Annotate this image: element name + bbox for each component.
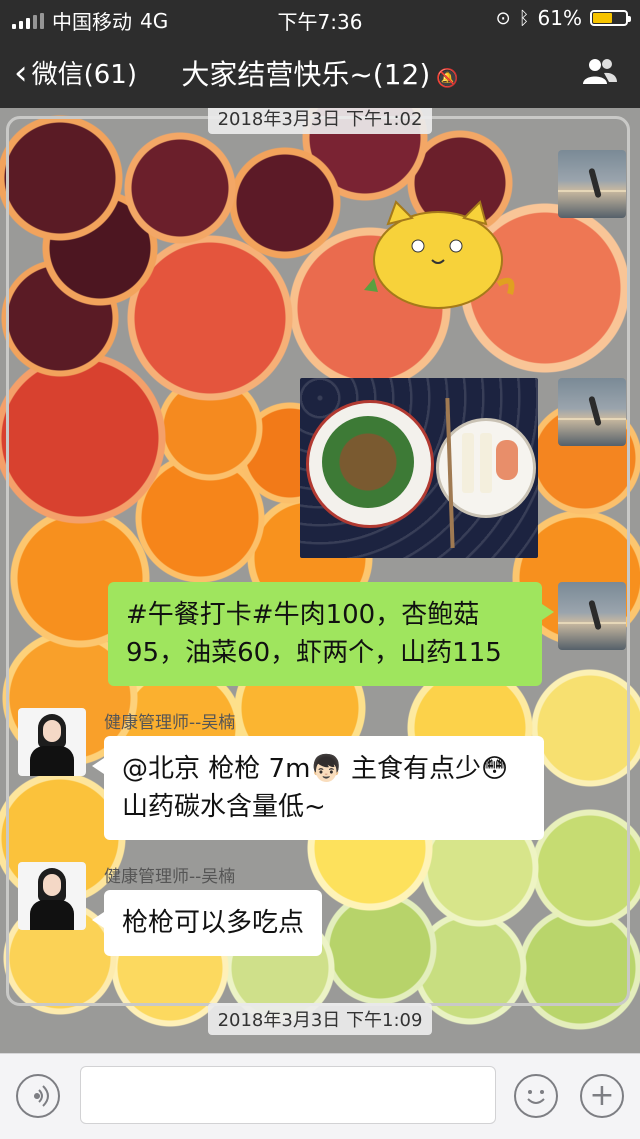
input-bar: +: [0, 1053, 640, 1139]
cat-sticker[interactable]: [360, 194, 520, 314]
emoji-icon[interactable]: [514, 1074, 558, 1118]
chat-title-area: 大家结营快乐~(12) 🔕: [0, 53, 640, 93]
avatar[interactable]: [558, 150, 626, 218]
voice-icon[interactable]: [16, 1074, 60, 1118]
message-text: #午餐打卡#牛肉100，杏鲍菇95，油菜60，虾两个，山药115: [126, 600, 502, 668]
chat-title: 大家结营快乐~(12): [181, 58, 431, 91]
group-members-icon[interactable]: [582, 56, 618, 86]
add-icon[interactable]: +: [580, 1074, 624, 1118]
chat-area[interactable]: 2018年3月3日 下午1:02 #午餐打卡#牛肉100，杏鲍菇95，油菜60，…: [0, 108, 640, 1053]
timestamp-label: 2018年3月3日 下午1:09: [207, 1003, 433, 1035]
timestamp-label: 2018年3月3日 下午1:02: [207, 108, 433, 134]
avatar[interactable]: [558, 582, 626, 650]
message-text-line2: 山药碳水含量低~: [122, 792, 326, 822]
sender-name: 健康管理师--吴楠: [104, 867, 236, 887]
mute-icon: 🔕: [436, 68, 459, 89]
sender-name: 健康管理师--吴楠: [104, 713, 236, 733]
message-text-line1: @北京 枪枪 7m👦🏻 主食有点少😳: [122, 754, 509, 784]
message-bubble-other[interactable]: @北京 枪枪 7m👦🏻 主食有点少😳 山药碳水含量低~: [92, 736, 544, 840]
message-bubble-self[interactable]: #午餐打卡#牛肉100，杏鲍菇95，油菜60，虾两个，山药115: [108, 582, 554, 686]
avatar[interactable]: [18, 862, 86, 930]
nav-bar: ‹ 微信(61) 大家结营快乐~(12) 🔕: [0, 36, 640, 108]
battery-icon: [590, 10, 631, 26]
background-tray: [6, 116, 630, 1006]
status-bar: 中国移动 4G 下午7:36 ⊙ ᛒ 61%: [0, 0, 640, 36]
message-input[interactable]: [80, 1066, 496, 1124]
lunch-photo[interactable]: [300, 378, 538, 558]
message-text: 枪枪可以多吃点: [122, 908, 305, 938]
status-right: ⊙ ᛒ 61%: [495, 6, 631, 30]
message-bubble-other[interactable]: 枪枪可以多吃点: [91, 890, 323, 956]
battery-percent: 61%: [537, 6, 582, 30]
rotation-lock-icon: ⊙: [495, 7, 511, 29]
avatar[interactable]: [18, 708, 86, 776]
bluetooth-icon: ᛒ: [518, 7, 530, 29]
timestamp: 2018年3月3日 下午1:09: [0, 1003, 640, 1035]
avatar[interactable]: [558, 378, 626, 446]
timestamp: 2018年3月3日 下午1:02: [0, 108, 640, 134]
